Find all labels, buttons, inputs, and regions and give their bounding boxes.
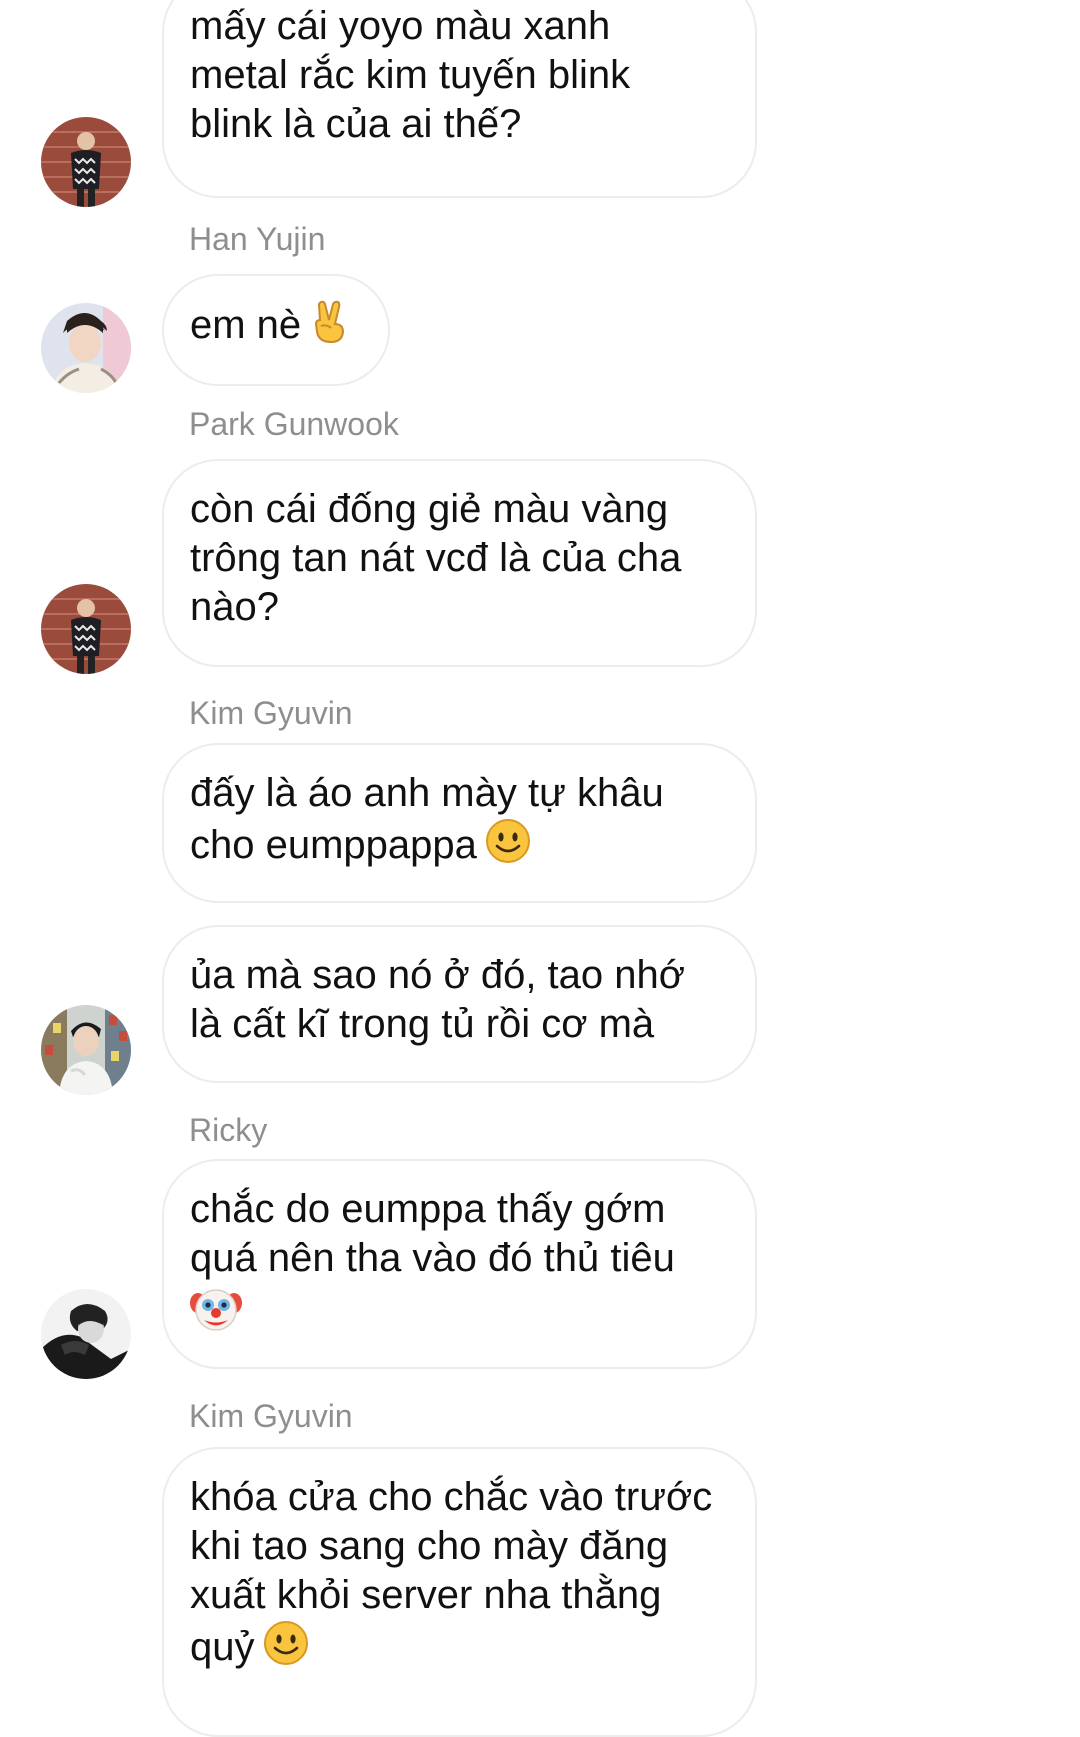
sender-name: Kim Gyuvin: [189, 1398, 353, 1434]
message-bubble[interactable]: ủa mà sao nó ở đó, tao nhớ là cất kĩ tro…: [162, 925, 757, 1083]
message-text: đấy là áo anh mày tự khâu cho eumppappa: [190, 769, 729, 876]
avatar-photo-icon: [41, 1005, 131, 1095]
sender-name: Ricky: [189, 1112, 268, 1148]
avatar[interactable]: [41, 303, 131, 393]
smiling-face-icon: [263, 1620, 309, 1678]
chat-thread: mấy cái yoyo màu xanh metal rắc kim tuyế…: [0, 0, 1080, 1737]
avatar[interactable]: [41, 1005, 131, 1095]
message-text: khóa cửa cho chắc vào trước khi tao sang…: [190, 1473, 729, 1678]
avatar[interactable]: [41, 584, 131, 674]
message-bubble[interactable]: em nè: [162, 274, 390, 386]
sender-name: Park Gunwook: [189, 406, 399, 442]
message-bubble[interactable]: chắc do eumppa thấy gớm quá nên tha vào …: [162, 1159, 757, 1369]
smiling-face-icon: [485, 818, 531, 876]
sender-name: Han Yujin: [189, 221, 326, 257]
message-text: chắc do eumppa thấy gớm quá nên tha vào …: [190, 1187, 675, 1280]
avatar-photo-icon: [41, 1289, 131, 1379]
sender-name: Kim Gyuvin: [189, 695, 353, 731]
message-text: em nè: [190, 300, 362, 356]
avatar-photo-icon: [41, 584, 131, 674]
message-text: còn cái đống giẻ màu vàng trông tan nát …: [190, 487, 682, 629]
message-bubble[interactable]: mấy cái yoyo màu xanh metal rắc kim tuyế…: [162, 0, 757, 198]
message-text: mấy cái yoyo màu xanh metal rắc kim tuyế…: [190, 4, 631, 146]
message-text: ủa mà sao nó ở đó, tao nhớ là cất kĩ tro…: [190, 953, 685, 1046]
message-bubble[interactable]: đấy là áo anh mày tự khâu cho eumppappa: [162, 743, 757, 903]
clown-face-icon: [190, 1285, 242, 1345]
victory-hand-icon: [309, 300, 349, 356]
avatar-photo-icon: [41, 117, 131, 207]
message-bubble[interactable]: khóa cửa cho chắc vào trước khi tao sang…: [162, 1447, 757, 1737]
avatar[interactable]: [41, 117, 131, 207]
avatar-photo-icon: [41, 303, 131, 393]
avatar[interactable]: [41, 1289, 131, 1379]
message-bubble[interactable]: còn cái đống giẻ màu vàng trông tan nát …: [162, 459, 757, 667]
